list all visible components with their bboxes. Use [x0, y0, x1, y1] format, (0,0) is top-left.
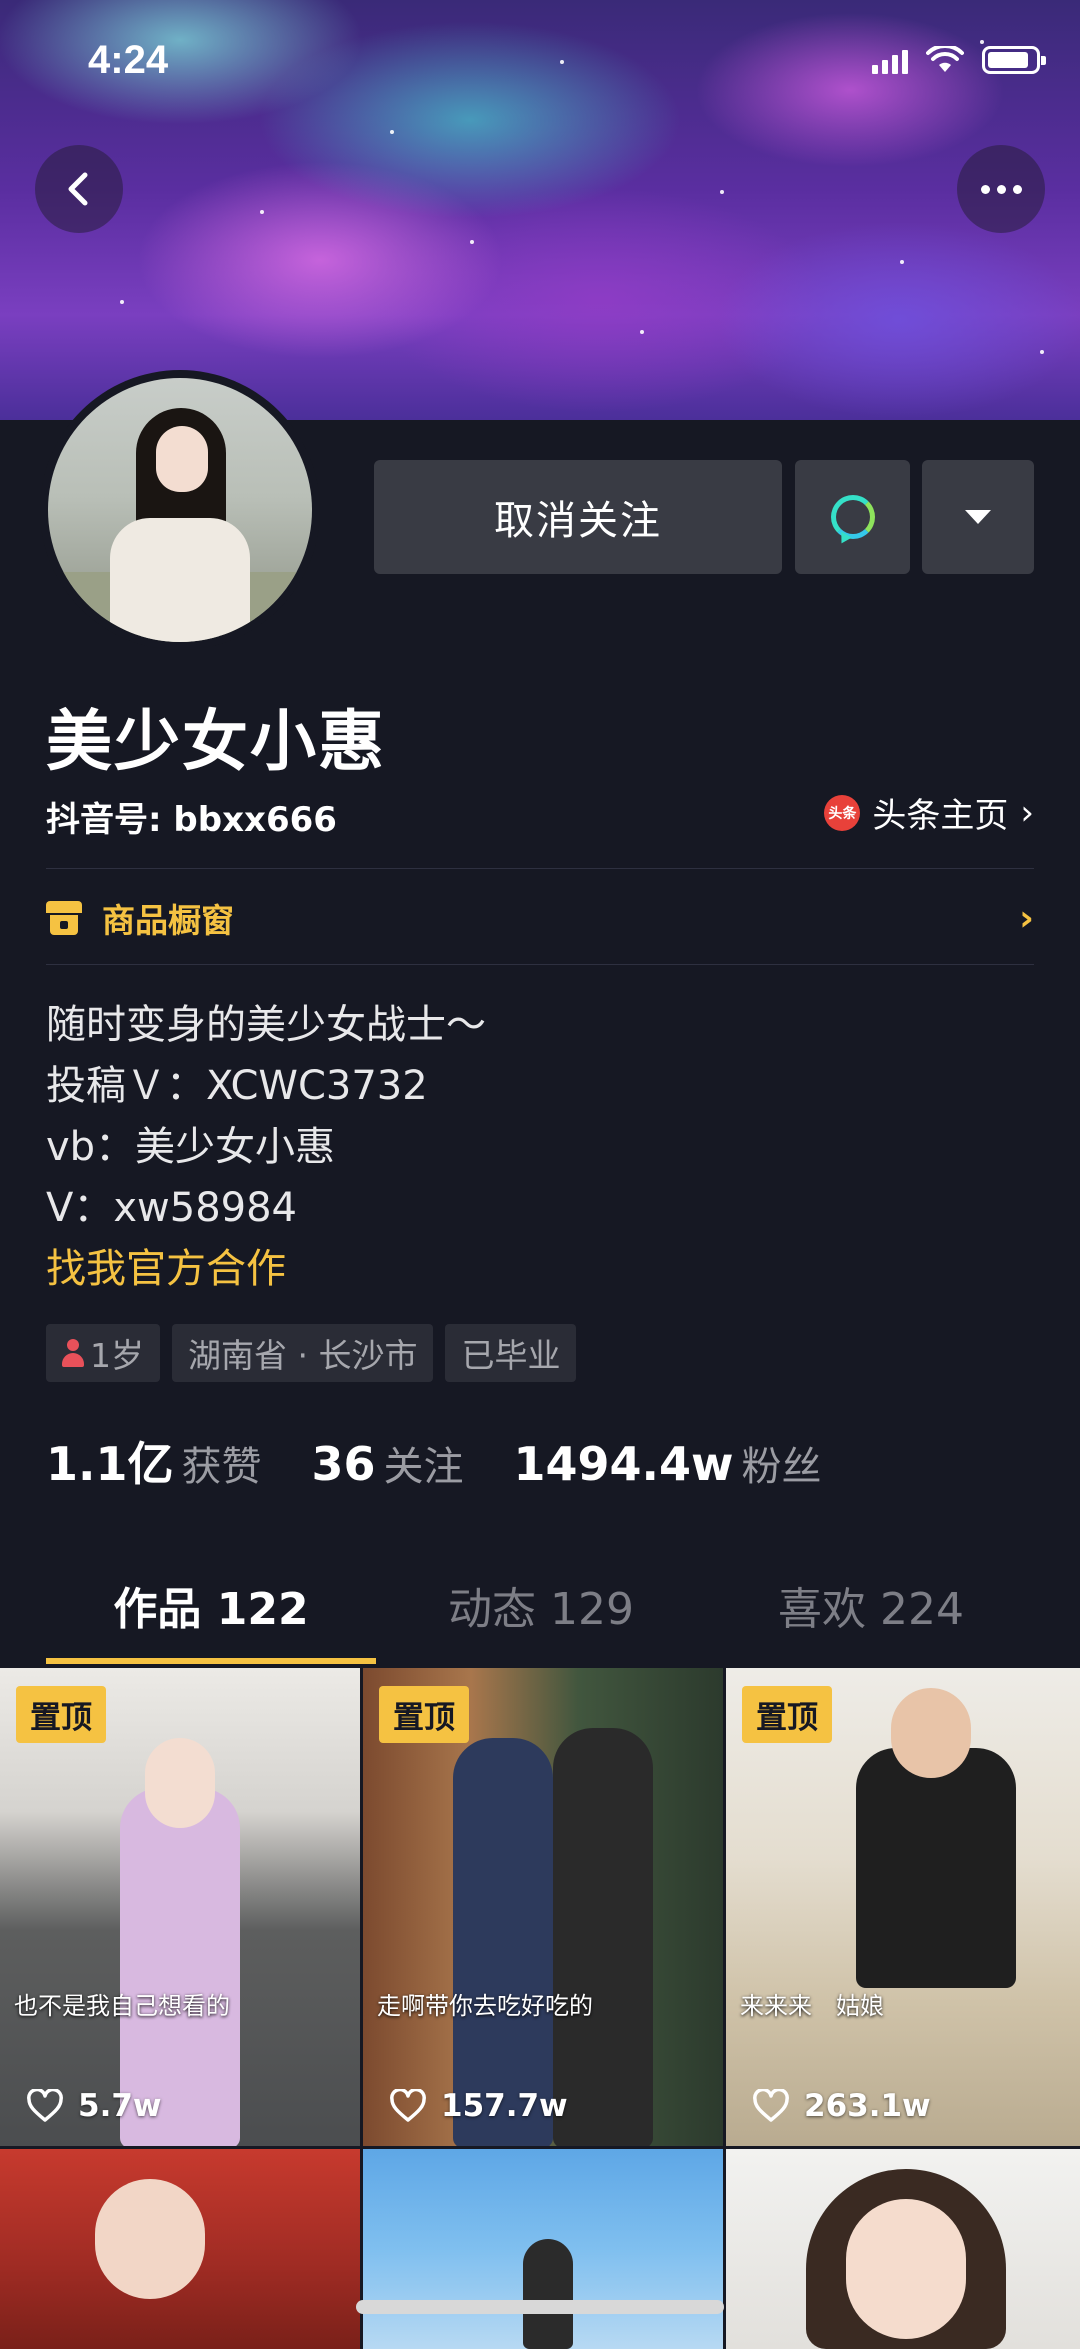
bio-line: 投稿Ｖ：XCWC3732 [46, 1063, 428, 1109]
toutiao-link[interactable]: 头条 头条主页 › [824, 788, 1034, 837]
heart-icon [390, 2089, 426, 2122]
more-dots-icon [980, 184, 1022, 194]
followers-label[interactable]: 粉丝 [742, 1434, 822, 1492]
tab-moments[interactable]: 动态 129 [376, 1570, 706, 1670]
pinned-badge: 置顶 [742, 1686, 832, 1743]
cooperation-link[interactable]: 找我官方合作 [46, 1239, 486, 1300]
battery-icon [982, 46, 1046, 74]
video-caption: 也不是我自己想看的 [14, 1992, 230, 2020]
chevron-right-icon: › [1019, 897, 1034, 939]
toutiao-logo-icon: 头条 [824, 794, 861, 831]
age-label: 1岁 [90, 1336, 144, 1375]
status-icons [872, 46, 1046, 74]
video-likes: 263.1w [752, 2088, 931, 2124]
pinned-badge: 置顶 [16, 1686, 106, 1743]
avatar[interactable] [40, 370, 320, 650]
heart-icon [27, 2089, 63, 2122]
video-thumbnail[interactable] [363, 2149, 723, 2349]
shop-icon [46, 901, 82, 935]
profile-tags: 1岁 湖南省 · 长沙市 已毕业 [46, 1324, 577, 1382]
shop-label: 商品橱窗 [102, 901, 234, 940]
followers-count[interactable]: 1494.4w [514, 1437, 734, 1491]
age-tag: 1岁 [46, 1324, 160, 1382]
video-caption: 走啊带你去吃好吃的 [377, 1992, 593, 2020]
video-thumbnail[interactable]: 置顶 走啊带你去吃好吃的 157.7w [363, 1668, 723, 2146]
home-indicator[interactable] [356, 2300, 724, 2314]
bio-line: 随时变身的美少女战士～ [46, 1002, 486, 1048]
video-thumbnail[interactable]: 置顶 也不是我自己想看的 5.7w [0, 1668, 360, 2146]
profile-name: 美少女小惠 [46, 703, 386, 780]
avatar-image [48, 378, 312, 642]
likes-count: 1.1亿 [46, 1437, 174, 1491]
video-likes: 157.7w [389, 2088, 568, 2124]
divider [46, 964, 1034, 965]
likes-label: 获赞 [181, 1444, 262, 1490]
status-tag: 已毕业 [445, 1324, 577, 1382]
like-count: 263.1w [804, 2088, 931, 2124]
tab-likes[interactable]: 喜欢 224 [706, 1570, 1036, 1670]
message-button[interactable] [795, 460, 910, 574]
bio: 随时变身的美少女战士～ 投稿Ｖ：XCWC3732 vb：美少女小惠 V：xw58… [46, 995, 486, 1300]
douyin-id: 抖音号: bbxx666 [46, 800, 337, 840]
message-bubble-icon [830, 495, 875, 539]
tab-indicator [46, 1658, 376, 1664]
wifi-icon [926, 46, 964, 72]
unfollow-button[interactable]: 取消关注 [374, 460, 782, 574]
bio-line: V：xw58984 [46, 1185, 297, 1231]
following-count[interactable]: 36 [312, 1437, 376, 1491]
chevron-right-icon: › [1020, 792, 1034, 833]
video-thumbnail[interactable] [726, 2149, 1080, 2349]
back-button[interactable] [35, 145, 123, 233]
tab-works[interactable]: 作品 122 [46, 1570, 376, 1670]
like-count: 5.7w [78, 2088, 162, 2124]
person-icon [62, 1339, 84, 1367]
heart-icon [753, 2089, 789, 2122]
shop-window-link[interactable]: 商品橱窗 › [46, 888, 1034, 948]
divider [46, 868, 1034, 869]
toutiao-label: 头条主页 [872, 796, 1009, 836]
pinned-badge: 置顶 [379, 1686, 469, 1743]
dropdown-button[interactable] [922, 460, 1034, 574]
signal-icon [872, 50, 908, 74]
triangle-down-icon [965, 510, 991, 524]
video-caption: 来来来 姑娘 [740, 1992, 884, 2020]
status-time: 4:24 [88, 38, 169, 82]
video-thumbnail[interactable] [0, 2149, 360, 2349]
video-grid: 置顶 也不是我自己想看的 5.7w 置顶 走啊带你去吃好吃的 157.7w 置顶… [0, 1668, 1080, 2349]
more-button[interactable] [957, 145, 1045, 233]
bio-line: vb：美少女小惠 [46, 1124, 336, 1170]
location-tag: 湖南省 · 长沙市 [172, 1324, 434, 1382]
like-count: 157.7w [441, 2088, 568, 2124]
chevron-left-icon [68, 172, 88, 206]
profile-stats: 1.1亿 获赞 36 关注 1494.4w 粉丝 [46, 1428, 872, 1494]
following-label[interactable]: 关注 [384, 1434, 464, 1492]
video-thumbnail[interactable]: 置顶 来来来 姑娘 263.1w [726, 1668, 1080, 2146]
content-tabs: 作品 122 动态 129 喜欢 224 [0, 1570, 1080, 1670]
video-likes: 5.7w [26, 2088, 162, 2124]
